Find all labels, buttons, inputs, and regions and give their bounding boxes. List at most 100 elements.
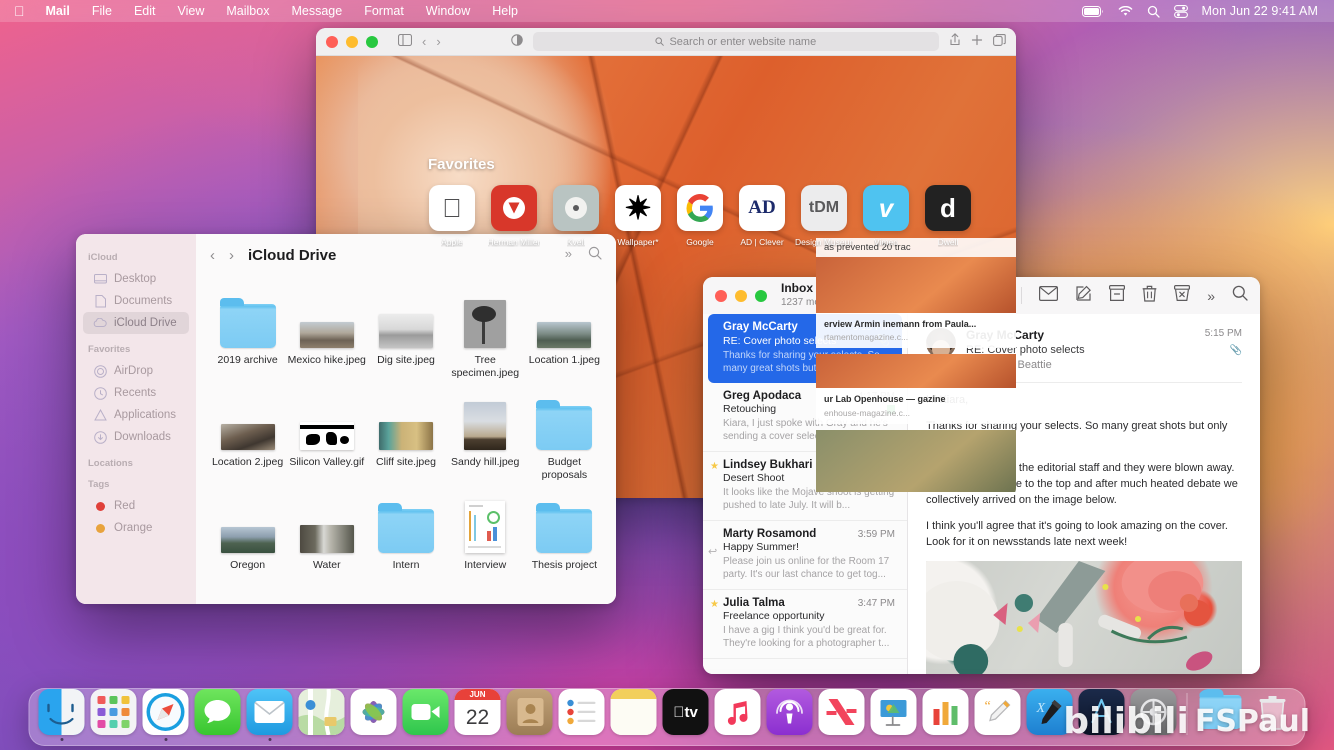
dock-item-maps[interactable] (298, 689, 346, 741)
dock-item-xcode[interactable]: X (1026, 689, 1074, 741)
menu-item-window[interactable]: Window (415, 0, 481, 22)
dock-item-facetime[interactable] (402, 689, 450, 741)
sidebar-item-icloud-drive[interactable]: iCloud Drive (83, 312, 189, 334)
more-toolbar-icon[interactable]: » (565, 246, 572, 265)
menu-item-format[interactable]: Format (353, 0, 415, 22)
dock-item-calendar[interactable]: JUN 22 (454, 689, 502, 741)
sidebar-tag-orange[interactable]: Orange (83, 517, 189, 539)
sidebar-toggle-icon[interactable] (397, 33, 413, 51)
favorite-vimeo[interactable]: v Vimeo (862, 185, 910, 247)
favorite-ad-clever[interactable]: AD AD | Clever (738, 185, 786, 247)
dock-item-safari[interactable] (142, 689, 190, 741)
dock-item-appstore[interactable] (1078, 689, 1126, 741)
tab-overview-icon[interactable] (993, 33, 1006, 51)
dock-item-news[interactable] (818, 689, 866, 741)
battery-icon[interactable] (1081, 5, 1104, 17)
menu-item-mailbox[interactable]: Mailbox (215, 0, 280, 22)
close-button[interactable] (715, 289, 727, 302)
safari-traffic-lights[interactable] (326, 35, 378, 48)
file-item[interactable]: Interview (446, 485, 525, 572)
menu-item-file[interactable]: File (81, 0, 123, 22)
new-tab-icon[interactable] (971, 33, 983, 51)
favorite-wallpaper[interactable]: ✷ Wallpaper* (614, 185, 662, 247)
sidebar-item-airdrop[interactable]: AirDrop (83, 360, 189, 382)
file-item[interactable]: Location 2.jpeg (208, 382, 287, 482)
favorite-apple[interactable]:  Apple (428, 185, 476, 247)
menu-item-edit[interactable]: Edit (123, 0, 167, 22)
dock-item-launchpad[interactable] (90, 689, 138, 741)
dock-item-downloads-folder[interactable] (1197, 689, 1245, 741)
sidebar-item-downloads[interactable]: Downloads (83, 426, 189, 448)
file-item[interactable]: Silicon Valley.gif (287, 382, 366, 482)
sidebar-item-recents[interactable]: Recents (83, 382, 189, 404)
archive-icon[interactable] (1109, 284, 1126, 307)
minimize-button[interactable] (735, 289, 747, 302)
dock-item-contacts[interactable] (506, 689, 554, 741)
dock-item-appletv[interactable]: tv (662, 689, 710, 741)
junk-icon[interactable] (1174, 284, 1191, 307)
message-list-item[interactable]: ★ Julia Talma 3:47 PM Freelance opportun… (703, 590, 907, 659)
file-item[interactable]: Thesis project (525, 485, 604, 572)
file-item[interactable]: Location 1.jpeg (525, 280, 604, 380)
more-icon[interactable]: » (1207, 288, 1215, 304)
suggestion-card[interactable]: erview Armin inemann from Paula... rtame… (816, 313, 1016, 349)
dock-item-trash[interactable] (1249, 689, 1297, 741)
suggestion-card[interactable]: ur Lab Openhouse — gazine enhouse-magazi… (816, 388, 1016, 424)
file-item[interactable]: Budget proposals (525, 382, 604, 482)
dock-item-notes[interactable] (610, 689, 658, 741)
control-center-icon[interactable] (1173, 4, 1188, 18)
dock-item-photos[interactable] (350, 689, 398, 741)
dock-item-keynote[interactable] (870, 689, 918, 741)
search-icon[interactable] (1147, 5, 1160, 18)
menu-item-mail[interactable]: Mail (35, 0, 81, 22)
dock-item-podcasts[interactable] (766, 689, 814, 741)
trash-icon[interactable] (1142, 285, 1157, 307)
favorite-google[interactable]: Google (676, 185, 724, 247)
minimize-button[interactable] (346, 35, 358, 48)
forward-button[interactable]: › (436, 34, 440, 49)
safari-address-bar[interactable]: Search or enter website name (532, 32, 939, 51)
file-item[interactable]: Mexico hike.jpeg (287, 280, 366, 380)
finder-back-button[interactable]: ‹ (210, 247, 215, 264)
dock-item-mail[interactable] (246, 689, 294, 741)
sidebar-item-documents[interactable]: Documents (83, 290, 189, 312)
menu-item-message[interactable]: Message (280, 0, 353, 22)
menu-bar-clock[interactable]: Mon Jun 22 9:41 AM (1202, 4, 1318, 18)
finder-search-icon[interactable] (588, 246, 602, 265)
email-attachment-image[interactable] (926, 560, 1242, 674)
zoom-button[interactable] (755, 289, 767, 302)
dock-item-finder[interactable] (38, 689, 86, 741)
sidebar-item-desktop[interactable]: Desktop (83, 268, 189, 290)
favorite-design-museum[interactable]: tDM Design Museum (795, 185, 853, 247)
compose-icon[interactable] (1075, 285, 1092, 307)
dock-item-messages[interactable] (194, 689, 242, 741)
file-item[interactable]: Water (287, 485, 366, 572)
file-item[interactable]: Cliff site.jpeg (366, 382, 445, 482)
favorite-dwell[interactable]: d Dwell (924, 185, 972, 247)
share-icon[interactable] (949, 32, 961, 51)
favorite-kvell[interactable]: Kvell (552, 185, 600, 247)
file-item[interactable]: Dig site.jpeg (366, 280, 445, 380)
reader-view-icon[interactable] (510, 33, 523, 51)
dock-item-system-preferences[interactable] (1130, 689, 1178, 741)
close-button[interactable] (326, 35, 338, 48)
sidebar-tag-red[interactable]: Red (83, 495, 189, 517)
wifi-icon[interactable] (1118, 5, 1133, 17)
file-item[interactable]: 2019 archive (208, 280, 287, 380)
get-mail-icon[interactable] (1039, 285, 1059, 306)
attachment-icon[interactable]: 📎 (1205, 345, 1242, 356)
finder-window[interactable]: iCloud Desktop Documents iCloud Drive Fa… (76, 234, 616, 604)
message-list-item[interactable]: ↩ Marty Rosamond 3:59 PM Happy Summer! P… (703, 521, 907, 590)
back-button[interactable]: ‹ (422, 34, 426, 49)
menu-item-view[interactable]: View (167, 0, 216, 22)
dock-item-reminders[interactable] (558, 689, 606, 741)
finder-forward-button[interactable]: › (229, 247, 234, 264)
file-item[interactable]: Tree specimen.jpeg (446, 280, 525, 380)
file-item[interactable]: Intern (366, 485, 445, 572)
sidebar-item-applications[interactable]: Applications (83, 404, 189, 426)
menu-item-help[interactable]: Help (481, 0, 529, 22)
dock-item-pages[interactable]: “ (974, 689, 1022, 741)
file-item[interactable]: Oregon (208, 485, 287, 572)
favorite-herman-miller[interactable]: Herman Miller (488, 185, 540, 247)
apple-menu-icon[interactable]:  (10, 0, 35, 22)
